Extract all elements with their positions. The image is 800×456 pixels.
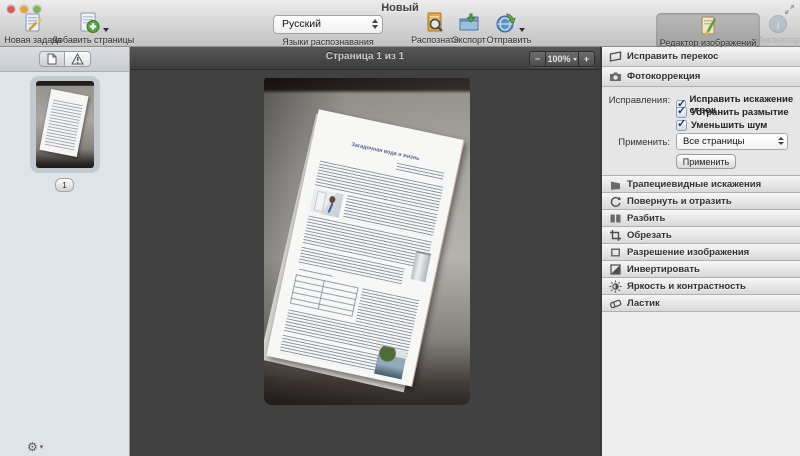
image-canvas: Страница 1 из 1 − 100% + Загадочная вода… xyxy=(130,47,600,456)
section-resolution[interactable]: Разрешение изображения xyxy=(602,244,800,261)
svg-text:i: i xyxy=(776,18,779,32)
split-icon xyxy=(608,211,622,225)
checkbox-row[interactable]: Уменьшить шум xyxy=(676,120,767,131)
photographed-page-image[interactable]: Загадочная вода и жизнь xyxy=(264,78,470,405)
select-arrows-icon xyxy=(372,19,378,29)
corrections-label: Исправления: xyxy=(602,95,670,106)
send-icon xyxy=(494,12,525,34)
settings-menu[interactable]: ⚙▾ xyxy=(27,440,43,454)
section-deskew[interactable]: Исправить перекос xyxy=(602,47,800,67)
warning-icon xyxy=(71,53,84,65)
document-icon xyxy=(47,53,57,65)
crop-icon xyxy=(608,228,622,242)
thumbnail-list: 1 xyxy=(0,71,129,192)
section-label: Ластик xyxy=(627,298,660,309)
section-label: Повернуть и отразить xyxy=(627,196,732,207)
zoom-level-select[interactable]: 100% xyxy=(546,52,579,66)
skew-icon xyxy=(608,50,622,64)
invert-icon xyxy=(608,262,622,276)
export-icon xyxy=(457,12,481,34)
toolbar: Новый Новая задача xyxy=(0,0,800,47)
resolution-icon xyxy=(608,245,622,259)
camera-icon xyxy=(608,70,622,84)
section-photocorrection[interactable]: Фотокоррекция xyxy=(602,67,800,87)
magic-wand-icon xyxy=(21,12,45,34)
section-label: Разбить xyxy=(627,213,665,224)
section-rotate[interactable]: Повернуть и отразить xyxy=(602,193,800,210)
section-split[interactable]: Разбить xyxy=(602,210,800,227)
section-label: Инвертировать xyxy=(627,264,700,275)
apply-to-label: Применить: xyxy=(602,137,670,148)
gear-caret-icon: ▾ xyxy=(40,443,44,451)
section-crop[interactable]: Обрезать xyxy=(602,227,800,244)
zoom-controls: − 100% + xyxy=(529,51,595,67)
send-button[interactable]: Отправить xyxy=(482,12,536,45)
canvas-header: Страница 1 из 1 − 100% + xyxy=(130,47,600,70)
photocorrection-content: Исправления: Исправить искажение строк У… xyxy=(602,87,800,176)
add-pages-label: Добавить страницы xyxy=(52,35,135,45)
section-label: Исправить перекос xyxy=(627,51,718,62)
language-select[interactable]: Русский xyxy=(273,15,383,34)
section-brightness[interactable]: Яркость и контрастность xyxy=(602,278,800,295)
add-pages-caret-icon xyxy=(103,28,109,32)
language-label: Языки распознавания xyxy=(282,37,374,47)
page-thumbnail xyxy=(36,81,94,168)
add-pages-icon xyxy=(77,12,109,34)
photo-plant-image xyxy=(374,345,407,379)
section-label: Обрезать xyxy=(627,230,672,241)
image-editor-panel: Исправить перекос Фотокоррекция Исправле… xyxy=(600,47,800,456)
checkbox-row[interactable]: Устранить размытие xyxy=(676,107,789,118)
checkbox-checked-icon xyxy=(676,120,687,131)
inspector-icon: i xyxy=(768,12,788,34)
add-pages-button[interactable]: Добавить страницы xyxy=(56,12,130,45)
recognize-icon xyxy=(424,12,446,34)
section-invert[interactable]: Инвертировать xyxy=(602,261,800,278)
image-editor-button[interactable]: Редактор изображений xyxy=(656,13,760,49)
section-trapezoid[interactable]: Трапециевидные искажения xyxy=(602,176,800,193)
sidebar-tabs xyxy=(0,47,129,72)
section-label: Яркость и контрастность xyxy=(627,281,746,292)
section-label: Фотокоррекция xyxy=(627,71,700,82)
app-window: Новый Новая задача xyxy=(0,0,800,456)
thumbnail-selected[interactable] xyxy=(30,76,100,173)
page-number-badge: 1 xyxy=(55,178,74,192)
tab-pages[interactable] xyxy=(39,51,65,67)
pages-sidebar: 1 ⚙▾ xyxy=(0,47,130,456)
tab-warnings[interactable] xyxy=(65,51,91,67)
select-arrows-icon xyxy=(778,137,784,145)
section-label: Разрешение изображения xyxy=(627,247,749,258)
inspector-button[interactable]: i Инспектор xyxy=(756,12,800,45)
zoom-out-button[interactable]: − xyxy=(530,52,546,66)
send-label: Отправить xyxy=(487,35,532,45)
photo-person-image xyxy=(309,188,343,218)
zoom-caret-icon xyxy=(573,58,577,61)
apply-button[interactable]: Применить xyxy=(676,154,736,169)
panel-empty-area xyxy=(602,312,800,456)
image-editor-icon xyxy=(697,15,719,37)
section-eraser[interactable]: Ластик xyxy=(602,295,800,312)
zoom-in-button[interactable]: + xyxy=(579,52,594,66)
section-label: Трапециевидные искажения xyxy=(627,179,761,190)
photo-table xyxy=(290,274,359,317)
send-caret-icon xyxy=(519,28,525,32)
content-area: 1 ⚙▾ Страница 1 из 1 − 100% + xyxy=(0,47,800,456)
document-page: Загадочная вода и жизнь xyxy=(266,109,464,386)
brightness-icon xyxy=(608,279,622,293)
apply-to-value: Все страницы xyxy=(683,136,745,147)
export-label: Экспорт xyxy=(452,35,486,45)
eraser-icon xyxy=(608,296,622,310)
rotate-icon xyxy=(608,194,622,208)
gear-icon: ⚙ xyxy=(27,440,38,454)
trapezoid-icon xyxy=(608,177,622,191)
inspector-label: Инспектор xyxy=(756,35,800,45)
language-group: Русский Языки распознавания xyxy=(262,12,394,47)
apply-to-select[interactable]: Все страницы xyxy=(676,133,788,150)
language-value: Русский xyxy=(282,18,321,30)
zoom-level-value: 100% xyxy=(547,54,570,64)
